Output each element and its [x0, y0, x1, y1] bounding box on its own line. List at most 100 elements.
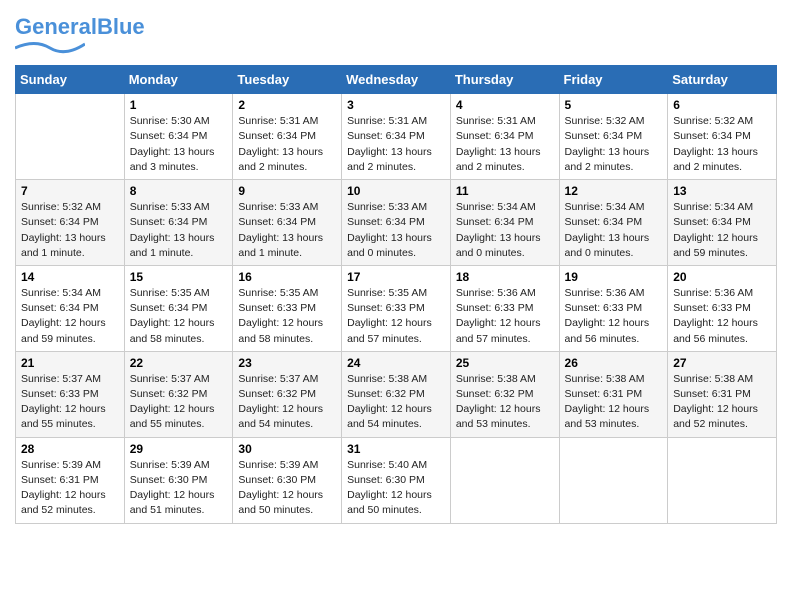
day-number: 16	[238, 270, 336, 284]
calendar-cell: 4 Sunrise: 5:31 AM Sunset: 6:34 PM Daylig…	[450, 94, 559, 180]
day-number: 22	[130, 356, 228, 370]
day-info: Sunrise: 5:34 AM Sunset: 6:34 PM Dayligh…	[673, 200, 771, 261]
calendar-cell: 10Sunrise: 5:33 AM Sunset: 6:34 PM Dayli…	[342, 180, 451, 266]
calendar-cell: 9Sunrise: 5:33 AM Sunset: 6:34 PM Daylig…	[233, 180, 342, 266]
calendar-cell: 24Sunrise: 5:38 AM Sunset: 6:32 PM Dayli…	[342, 351, 451, 437]
weekday-row: SundayMondayTuesdayWednesdayThursdayFrid…	[16, 66, 777, 94]
day-number: 14	[21, 270, 119, 284]
day-info: Sunrise: 5:35 AM Sunset: 6:33 PM Dayligh…	[347, 286, 445, 347]
calendar-cell: 8 Sunrise: 5:33 AM Sunset: 6:34 PM Daylig…	[124, 180, 233, 266]
day-info: Sunrise: 5:39 AM Sunset: 6:30 PM Dayligh…	[238, 458, 336, 519]
logo-icon	[15, 39, 85, 57]
day-info: Sunrise: 5:37 AM Sunset: 6:33 PM Dayligh…	[21, 372, 119, 433]
day-number: 23	[238, 356, 336, 370]
calendar-cell: 17Sunrise: 5:35 AM Sunset: 6:33 PM Dayli…	[342, 265, 451, 351]
calendar-cell: 22 Sunrise: 5:37 AM Sunset: 6:32 PM Dayli…	[124, 351, 233, 437]
day-number: 31	[347, 442, 445, 456]
calendar-cell: 20 Sunrise: 5:36 AM Sunset: 6:33 PM Dayli…	[668, 265, 777, 351]
calendar-week-4: 21Sunrise: 5:37 AM Sunset: 6:33 PM Dayli…	[16, 351, 777, 437]
calendar-cell: 27 Sunrise: 5:38 AM Sunset: 6:31 PM Dayli…	[668, 351, 777, 437]
day-number: 19	[565, 270, 663, 284]
day-info: Sunrise: 5:35 AM Sunset: 6:33 PM Dayligh…	[238, 286, 336, 347]
logo-general: General	[15, 14, 97, 39]
day-info: Sunrise: 5:36 AM Sunset: 6:33 PM Dayligh…	[456, 286, 554, 347]
day-info: Sunrise: 5:30 AM Sunset: 6:34 PM Dayligh…	[130, 114, 228, 175]
calendar-cell: 19 Sunrise: 5:36 AM Sunset: 6:33 PM Dayli…	[559, 265, 668, 351]
day-number: 5	[565, 98, 663, 112]
day-info: Sunrise: 5:40 AM Sunset: 6:30 PM Dayligh…	[347, 458, 445, 519]
calendar-cell: 13 Sunrise: 5:34 AM Sunset: 6:34 PM Dayli…	[668, 180, 777, 266]
calendar-body: 1Sunrise: 5:30 AM Sunset: 6:34 PM Daylig…	[16, 94, 777, 523]
day-number: 10	[347, 184, 445, 198]
calendar-cell: 14 Sunrise: 5:34 AM Sunset: 6:34 PM Dayli…	[16, 265, 125, 351]
header: GeneralBlue	[15, 15, 777, 57]
calendar-cell: 18 Sunrise: 5:36 AM Sunset: 6:33 PM Dayli…	[450, 265, 559, 351]
day-number: 2	[238, 98, 336, 112]
calendar-cell: 11 Sunrise: 5:34 AM Sunset: 6:34 PM Dayli…	[450, 180, 559, 266]
calendar-cell: 21Sunrise: 5:37 AM Sunset: 6:33 PM Dayli…	[16, 351, 125, 437]
calendar-cell: 12Sunrise: 5:34 AM Sunset: 6:34 PM Dayli…	[559, 180, 668, 266]
weekday-header-monday: Monday	[124, 66, 233, 94]
calendar-cell: 16 Sunrise: 5:35 AM Sunset: 6:33 PM Dayli…	[233, 265, 342, 351]
day-info: Sunrise: 5:37 AM Sunset: 6:32 PM Dayligh…	[130, 372, 228, 433]
calendar-cell: 2 Sunrise: 5:31 AM Sunset: 6:34 PM Daylig…	[233, 94, 342, 180]
calendar-cell	[16, 94, 125, 180]
day-info: Sunrise: 5:33 AM Sunset: 6:34 PM Dayligh…	[238, 200, 336, 261]
calendar-week-1: 1Sunrise: 5:30 AM Sunset: 6:34 PM Daylig…	[16, 94, 777, 180]
calendar-cell	[668, 437, 777, 523]
weekday-header-wednesday: Wednesday	[342, 66, 451, 94]
calendar-week-2: 7 Sunrise: 5:32 AM Sunset: 6:34 PM Daylig…	[16, 180, 777, 266]
day-number: 8	[130, 184, 228, 198]
day-number: 26	[565, 356, 663, 370]
day-info: Sunrise: 5:39 AM Sunset: 6:31 PM Dayligh…	[21, 458, 119, 519]
day-number: 30	[238, 442, 336, 456]
day-number: 25	[456, 356, 554, 370]
weekday-header-tuesday: Tuesday	[233, 66, 342, 94]
calendar-week-3: 14 Sunrise: 5:34 AM Sunset: 6:34 PM Dayli…	[16, 265, 777, 351]
day-info: Sunrise: 5:32 AM Sunset: 6:34 PM Dayligh…	[673, 114, 771, 175]
day-number: 12	[565, 184, 663, 198]
day-number: 3	[347, 98, 445, 112]
calendar-cell: 7 Sunrise: 5:32 AM Sunset: 6:34 PM Daylig…	[16, 180, 125, 266]
day-number: 18	[456, 270, 554, 284]
day-info: Sunrise: 5:34 AM Sunset: 6:34 PM Dayligh…	[21, 286, 119, 347]
day-info: Sunrise: 5:38 AM Sunset: 6:32 PM Dayligh…	[456, 372, 554, 433]
day-info: Sunrise: 5:38 AM Sunset: 6:31 PM Dayligh…	[673, 372, 771, 433]
day-info: Sunrise: 5:32 AM Sunset: 6:34 PM Dayligh…	[565, 114, 663, 175]
day-number: 28	[21, 442, 119, 456]
day-number: 11	[456, 184, 554, 198]
day-info: Sunrise: 5:39 AM Sunset: 6:30 PM Dayligh…	[130, 458, 228, 519]
calendar-cell: 28 Sunrise: 5:39 AM Sunset: 6:31 PM Dayli…	[16, 437, 125, 523]
day-info: Sunrise: 5:35 AM Sunset: 6:34 PM Dayligh…	[130, 286, 228, 347]
day-info: Sunrise: 5:33 AM Sunset: 6:34 PM Dayligh…	[130, 200, 228, 261]
calendar-cell: 23 Sunrise: 5:37 AM Sunset: 6:32 PM Dayli…	[233, 351, 342, 437]
calendar-cell	[450, 437, 559, 523]
logo-blue: Blue	[97, 14, 145, 39]
day-info: Sunrise: 5:36 AM Sunset: 6:33 PM Dayligh…	[673, 286, 771, 347]
logo: GeneralBlue	[15, 15, 145, 57]
day-info: Sunrise: 5:31 AM Sunset: 6:34 PM Dayligh…	[238, 114, 336, 175]
calendar-cell: 5 Sunrise: 5:32 AM Sunset: 6:34 PM Daylig…	[559, 94, 668, 180]
day-info: Sunrise: 5:34 AM Sunset: 6:34 PM Dayligh…	[456, 200, 554, 261]
day-number: 7	[21, 184, 119, 198]
day-info: Sunrise: 5:37 AM Sunset: 6:32 PM Dayligh…	[238, 372, 336, 433]
calendar-cell: 1Sunrise: 5:30 AM Sunset: 6:34 PM Daylig…	[124, 94, 233, 180]
calendar-cell: 31 Sunrise: 5:40 AM Sunset: 6:30 PM Dayli…	[342, 437, 451, 523]
day-info: Sunrise: 5:36 AM Sunset: 6:33 PM Dayligh…	[565, 286, 663, 347]
calendar-cell: 29 Sunrise: 5:39 AM Sunset: 6:30 PM Dayli…	[124, 437, 233, 523]
day-number: 29	[130, 442, 228, 456]
weekday-header-thursday: Thursday	[450, 66, 559, 94]
calendar-cell: 15 Sunrise: 5:35 AM Sunset: 6:34 PM Dayli…	[124, 265, 233, 351]
day-number: 13	[673, 184, 771, 198]
day-info: Sunrise: 5:38 AM Sunset: 6:31 PM Dayligh…	[565, 372, 663, 433]
day-number: 15	[130, 270, 228, 284]
day-number: 20	[673, 270, 771, 284]
day-number: 4	[456, 98, 554, 112]
weekday-header-sunday: Sunday	[16, 66, 125, 94]
day-info: Sunrise: 5:31 AM Sunset: 6:34 PM Dayligh…	[456, 114, 554, 175]
day-info: Sunrise: 5:32 AM Sunset: 6:34 PM Dayligh…	[21, 200, 119, 261]
logo-text: GeneralBlue	[15, 15, 145, 39]
day-info: Sunrise: 5:31 AM Sunset: 6:34 PM Dayligh…	[347, 114, 445, 175]
day-number: 27	[673, 356, 771, 370]
day-info: Sunrise: 5:38 AM Sunset: 6:32 PM Dayligh…	[347, 372, 445, 433]
